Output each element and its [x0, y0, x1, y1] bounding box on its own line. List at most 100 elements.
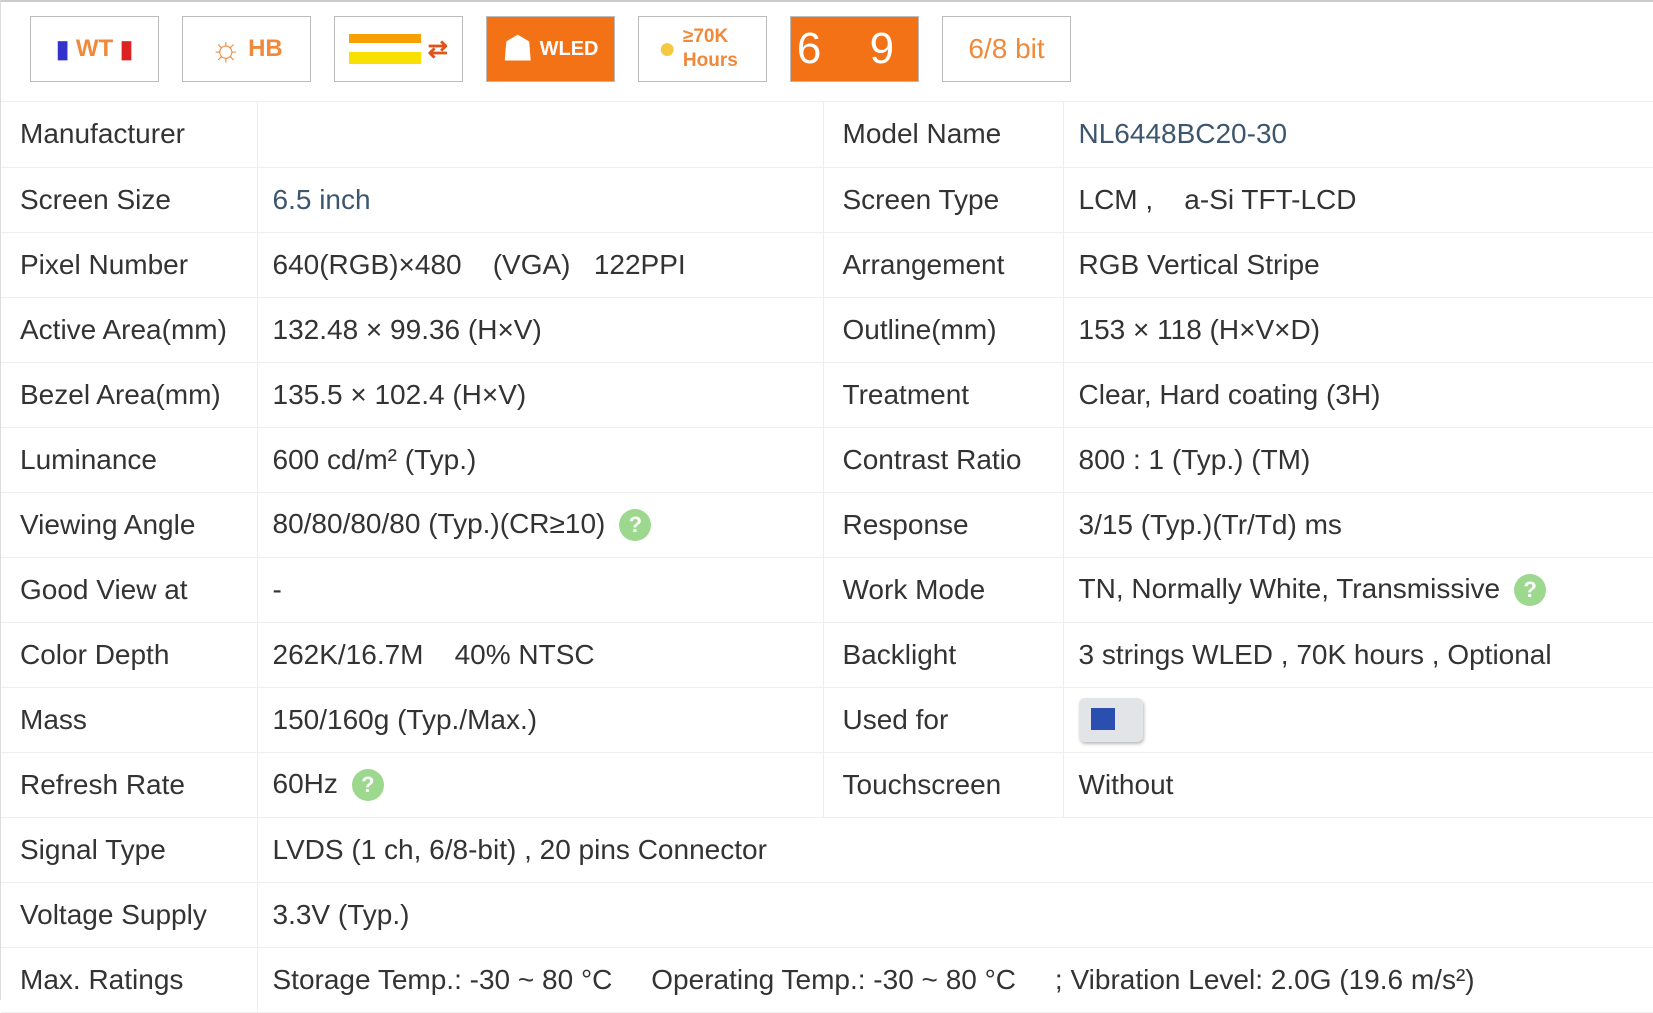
spec-label-touchscreen: Touchscreen [822, 752, 1063, 818]
viewing-direction-badge: 6 9 [790, 16, 919, 82]
value-text: LCM , a-Si TFT-LCD [1078, 183, 1357, 215]
spec-label-arrangement: Arrangement [822, 232, 1063, 298]
badge-label: HB [248, 35, 283, 62]
value-text: 132.48 × 99.36 (H×V) [272, 313, 542, 345]
spec-value: Clear, Hard coating (3H) [1062, 362, 1653, 428]
spec-row: Viewing Angle 80/80/80/80 (Typ.)(CR≥10)? R… [1, 492, 1653, 558]
value-text: 153 × 118 (H×V×D) [1078, 313, 1321, 345]
spec-value: 800 : 1 (Typ.) (TM) [1062, 427, 1653, 493]
value-text: 3/15 (Typ.)(Tr/Td) ms [1078, 508, 1342, 540]
badge-label: ≥70K Hours [682, 26, 738, 71]
label-text: Response [842, 508, 969, 540]
spec-label-color-depth: Color Depth [1, 622, 257, 688]
label-text: Arrangement [842, 248, 1005, 280]
label-text: Manufacturer [20, 118, 185, 150]
value-text: - [272, 573, 282, 605]
spec-value: 3/15 (Typ.)(Tr/Td) ms [1062, 492, 1653, 558]
spec-label-backlight: Backlight [822, 622, 1063, 688]
spec-row: Color Depth 262K/16.7M 40% NTSC Backlight 3… [1, 622, 1653, 688]
spec-label-luminance: Luminance [1, 427, 257, 493]
value-text: 80/80/80/80 (Typ.)(CR≥10) [272, 507, 606, 539]
label-text: Luminance [20, 443, 157, 475]
lifetime-badge: ● ≥70K Hours [638, 16, 767, 82]
spec-row: Manufacturer Model Name NL6448BC20-30 [1, 102, 1653, 168]
spec-value: 153 × 118 (H×V×D) [1062, 297, 1653, 363]
badge-label: 6/8 bit [968, 33, 1045, 64]
badge-label: 6 9 [796, 24, 913, 73]
wled-badge: ☗ WLED [486, 16, 615, 82]
value-text: Clear, Hard coating (3H) [1078, 378, 1381, 410]
spec-value: 262K/16.7M 40% NTSC [256, 622, 823, 688]
spec-value: 3 strings WLED , 70K hours , Optional [1062, 622, 1653, 688]
spec-label-max-ratings: Max. Ratings [1, 947, 257, 1013]
spec-value: Without [1062, 752, 1653, 818]
label-text: Refresh Rate [20, 768, 185, 800]
spec-label-pixel-number: Pixel Number [1, 232, 257, 298]
spec-row: Mass 150/160g (Typ./Max.) Used for [1, 687, 1653, 753]
value-text: 600 cd/m² (Typ.) [272, 443, 477, 475]
spec-value [256, 102, 823, 168]
spec-value: TN, Normally White, Transmissive? [1062, 557, 1653, 623]
spec-label-mass: Mass [1, 687, 257, 753]
spec-value: RGB Vertical Stripe [1062, 232, 1653, 298]
high-brightness-badge: ☼ HB [182, 16, 311, 82]
value-text: 3 strings WLED , 70K hours , Optional [1078, 638, 1552, 670]
label-text: Screen Type [842, 183, 1000, 215]
spec-label-bezel-area-mm: Bezel Area(mm) [1, 362, 257, 428]
value-text: 60Hz [272, 767, 338, 799]
value-text: 150/160g (Typ./Max.) [272, 703, 538, 735]
spec-row: Refresh Rate 60Hz? Touchscreen Without [1, 752, 1653, 818]
spec-row: Good View at - Work Mode TN, Normally White… [1, 557, 1653, 623]
spec-label-signal-type: Signal Type [1, 817, 257, 883]
spec-label-outline-mm: Outline(mm) [822, 297, 1063, 363]
spec-row: Signal Type LVDS (1 ch, 6/8-bit) , 20 pin… [1, 817, 1653, 883]
help-icon[interactable]: ? [1514, 574, 1547, 607]
value-text: Without [1078, 768, 1174, 800]
label-text: Good View at [20, 573, 188, 605]
spec-value: 80/80/80/80 (Typ.)(CR≥10)? [256, 492, 823, 558]
value-text: 800 : 1 (Typ.) (TM) [1078, 443, 1311, 475]
spec-row: Pixel Number 640(RGB)×480 (VGA) 122PPI Arr… [1, 232, 1653, 298]
label-text: Viewing Angle [20, 508, 196, 540]
spec-value: NL6448BC20-30 [1062, 102, 1653, 168]
spec-value: 6.5 inch [256, 167, 823, 233]
help-icon[interactable]: ? [619, 509, 652, 542]
spec-row: Luminance 600 cd/m² (Typ.) Contrast Ratio 8… [1, 427, 1653, 493]
spec-value: 640(RGB)×480 (VGA) 122PPI [256, 232, 823, 298]
spec-label-active-area-mm: Active Area(mm) [1, 297, 257, 363]
spec-row: Max. Ratings Storage Temp.: -30 ~ 80 °C O… [1, 947, 1653, 1013]
spec-value: 600 cd/m² (Typ.) [256, 427, 823, 493]
spec-label-screen-size: Screen Size [1, 167, 257, 233]
label-text: Backlight [842, 638, 957, 670]
value-text: RGB Vertical Stripe [1078, 248, 1320, 280]
spec-value: 132.48 × 99.36 (H×V) [256, 297, 823, 363]
label-text: Touchscreen [842, 768, 1002, 800]
label-text: Pixel Number [20, 248, 189, 280]
lvds-interface-badge: ⇄ [334, 16, 463, 82]
label-text: Work Mode [842, 573, 986, 605]
spec-value: LCM , a-Si TFT-LCD [1062, 167, 1653, 233]
help-icon[interactable]: ? [351, 769, 384, 802]
value-text: NL6448BC20-30 [1078, 118, 1288, 150]
spec-value: LVDS (1 ch, 6/8-bit) , 20 pins Connector [256, 817, 1653, 883]
badge-label: ⇄ [427, 35, 448, 63]
label-text: Outline(mm) [842, 313, 997, 345]
label-text: Treatment [842, 378, 970, 410]
device-image-icon [1078, 697, 1143, 742]
spec-row: Bezel Area(mm) 135.5 × 102.4 (H×V) Treatme… [1, 362, 1653, 428]
spec-label-manufacturer: Manufacturer [1, 102, 257, 168]
spec-label-refresh-rate: Refresh Rate [1, 752, 257, 818]
label-text: Active Area(mm) [20, 313, 227, 345]
spec-table: Manufacturer Model Name NL6448BC20-30 Scree… [1, 102, 1653, 1013]
value-text: 6.5 inch [272, 183, 371, 215]
spec-value: Storage Temp.: -30 ~ 80 °C Operating Tem… [256, 947, 1653, 1013]
label-text: Bezel Area(mm) [20, 378, 221, 410]
spec-label-model-name: Model Name [822, 102, 1063, 168]
wide-temperature-badge: ▮ WT ▮ [30, 16, 159, 82]
spec-label-work-mode: Work Mode [822, 557, 1063, 623]
label-text: Model Name [842, 118, 1002, 150]
spec-label-voltage-supply: Voltage Supply [1, 882, 257, 948]
spec-value: 60Hz? [256, 752, 823, 818]
value-text: 135.5 × 102.4 (H×V) [272, 378, 527, 410]
spec-value: 3.3V (Typ.) [256, 882, 1653, 948]
